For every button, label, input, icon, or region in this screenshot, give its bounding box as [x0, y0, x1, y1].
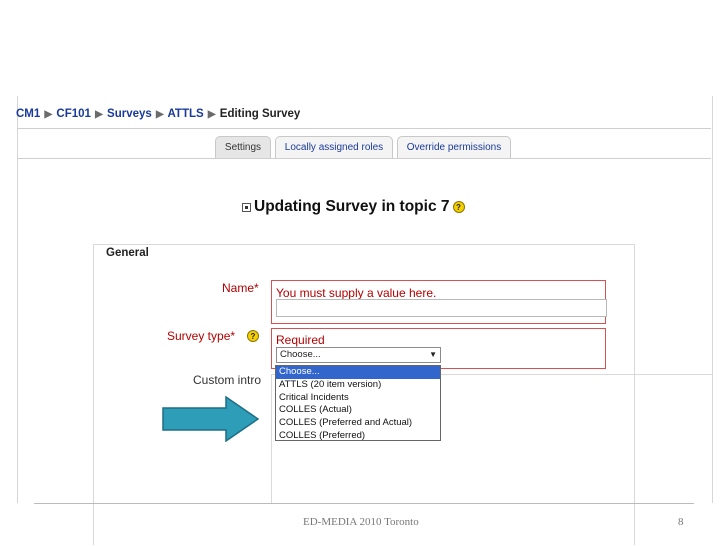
collapse-toggle-icon[interactable]: [242, 202, 251, 212]
name-label: Name*: [222, 281, 259, 295]
breadcrumb-separator-icon: ▶: [207, 109, 216, 120]
breadcrumb-item-cm1[interactable]: CM1: [16, 108, 40, 120]
breadcrumb-item-attls[interactable]: ATTLS: [167, 108, 203, 120]
slide-page-number: 8: [678, 516, 684, 528]
dropdown-option[interactable]: COLLES (Actual): [276, 404, 440, 417]
breadcrumb-separator-icon: ▶: [44, 109, 53, 120]
page-title-text: Updating Survey in topic 7: [254, 198, 450, 215]
fieldset-legend: General: [106, 247, 149, 259]
tabs-divider: [17, 158, 711, 159]
survey-type-help-icon[interactable]: ?: [247, 330, 259, 342]
tab-override-permissions[interactable]: Override permissions: [397, 136, 511, 158]
dropdown-option[interactable]: COLLES (Preferred and Actual): [276, 417, 440, 430]
survey-type-select[interactable]: Choose... ▼: [276, 347, 441, 363]
bottom-divider: [34, 503, 694, 504]
breadcrumb-divider: [17, 128, 711, 129]
page-title: Updating Survey in topic 7 ?: [242, 198, 465, 216]
help-icon[interactable]: ?: [452, 201, 465, 213]
survey-type-selected-value: Choose...: [280, 349, 321, 360]
survey-type-error-message: Required: [276, 333, 325, 347]
survey-type-label: Survey type*: [167, 329, 236, 343]
dropdown-option[interactable]: ATTLS (20 item version): [276, 379, 440, 392]
breadcrumb-item-cf101[interactable]: CF101: [56, 108, 91, 120]
slide-footer: ED-MEDIA 2010 Toronto: [303, 516, 419, 528]
survey-type-dropdown: Choose... ATTLS (20 item version) Critic…: [275, 365, 441, 441]
name-field[interactable]: [276, 299, 607, 317]
dropdown-option[interactable]: Critical Incidents: [276, 392, 440, 405]
tab-locally-assigned-roles[interactable]: Locally assigned roles: [275, 136, 393, 158]
annotation-arrow-icon: [162, 396, 260, 442]
breadcrumb-separator-icon: ▶: [156, 109, 164, 120]
custom-intro-label: Custom intro: [193, 373, 262, 387]
breadcrumb-item-surveys[interactable]: Surveys: [107, 108, 152, 120]
dropdown-option[interactable]: Choose...: [276, 366, 440, 379]
tab-settings[interactable]: Settings: [215, 136, 271, 158]
breadcrumb-separator-icon: ▶: [95, 109, 103, 120]
chevron-down-icon: ▼: [429, 350, 437, 359]
name-error-message: You must supply a value here.: [276, 286, 437, 300]
dropdown-option[interactable]: COLLES (Preferred): [276, 430, 440, 443]
breadcrumb: CM1 ▶ CF101 ▶ Surveys ▶ ATTLS ▶ Editing …: [16, 108, 300, 120]
breadcrumb-item-current: Editing Survey: [219, 108, 301, 120]
